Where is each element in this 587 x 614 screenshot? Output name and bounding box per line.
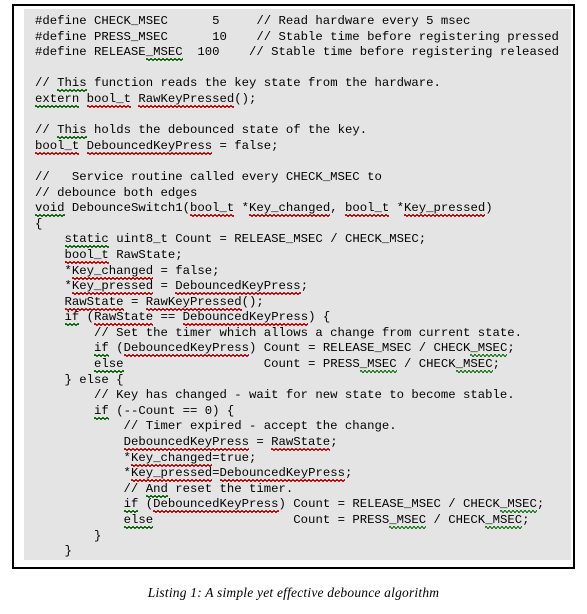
code-line: // Set the timer which allows a change f… bbox=[35, 325, 523, 340]
code-line: if (--Count == 0) { bbox=[94, 403, 235, 419]
code-line: // Timer expired - accept the change. bbox=[35, 419, 397, 434]
code-line: // And reset the timer. bbox=[35, 481, 294, 497]
code-line: // Service routine called every CHECK_MS… bbox=[35, 169, 382, 184]
code-line: DebouncedKeyPress = RawState; bbox=[123, 435, 338, 451]
figure-caption: Listing 1: A simple yet effective deboun… bbox=[147, 585, 440, 600]
code-line: // Key has changed - wait for new state … bbox=[35, 388, 515, 403]
code-line: // This function reads the key state fro… bbox=[35, 76, 441, 92]
code-line: extern bool_t RawKeyPressed(); bbox=[35, 91, 257, 107]
code-line: { bbox=[35, 216, 43, 231]
code-listing-frame: #define CHECK_MSEC 5 // Read hardware ev… bbox=[12, 4, 575, 569]
code-line: else Count = PRESS_MSEC / CHECK_MSEC; bbox=[94, 357, 500, 373]
code-line: static uint8_t Count = RELEASE_MSEC / CH… bbox=[64, 232, 427, 248]
code-line: *Key_changed=true; bbox=[35, 450, 257, 466]
code-line: RawState = RawKeyPressed(); bbox=[64, 294, 264, 310]
code-line: if (DebouncedKeyPress) Count = RELEASE_M… bbox=[123, 497, 545, 513]
code-line: void DebounceSwitch1(bool_t *Key_changed… bbox=[35, 201, 493, 217]
code-line: // This holds the debounced state of the… bbox=[35, 123, 368, 139]
code-line: } else { bbox=[35, 372, 124, 387]
code-line: #define PRESS_MSEC 10 // Stable time bef… bbox=[35, 29, 559, 44]
code-line: *Key_changed = false; bbox=[35, 263, 220, 279]
document-page: #define CHECK_MSEC 5 // Read hardware ev… bbox=[0, 0, 587, 614]
code-line: } bbox=[35, 544, 72, 559]
code-line: // debounce both edges bbox=[35, 185, 198, 200]
code-line: if (DebouncedKeyPress) Count = RELEASE_M… bbox=[94, 341, 515, 357]
code-surface: #define CHECK_MSEC 5 // Read hardware ev… bbox=[24, 9, 571, 560]
code-line: *Key_pressed=DebouncedKeyPress; bbox=[35, 466, 353, 482]
source-code-block[interactable]: #define CHECK_MSEC 5 // Read hardware ev… bbox=[35, 14, 559, 560]
code-line: if (RawState == DebouncedKeyPress) { bbox=[64, 310, 331, 326]
code-line: #define RELEASE_MSEC 100 // Stable time … bbox=[35, 45, 559, 61]
code-line: else Count = PRESS_MSEC / CHECK_MSEC; bbox=[123, 513, 530, 528]
code-line: #define CHECK_MSEC 5 // Read hardware ev… bbox=[35, 14, 471, 28]
code-line: } bbox=[35, 528, 102, 543]
code-line: bool_t RawState; bbox=[64, 247, 183, 263]
code-line: bool_t DebouncedKeyPress = false; bbox=[35, 138, 279, 154]
code-line: *Key_pressed = DebouncedKeyPress; bbox=[35, 279, 309, 295]
